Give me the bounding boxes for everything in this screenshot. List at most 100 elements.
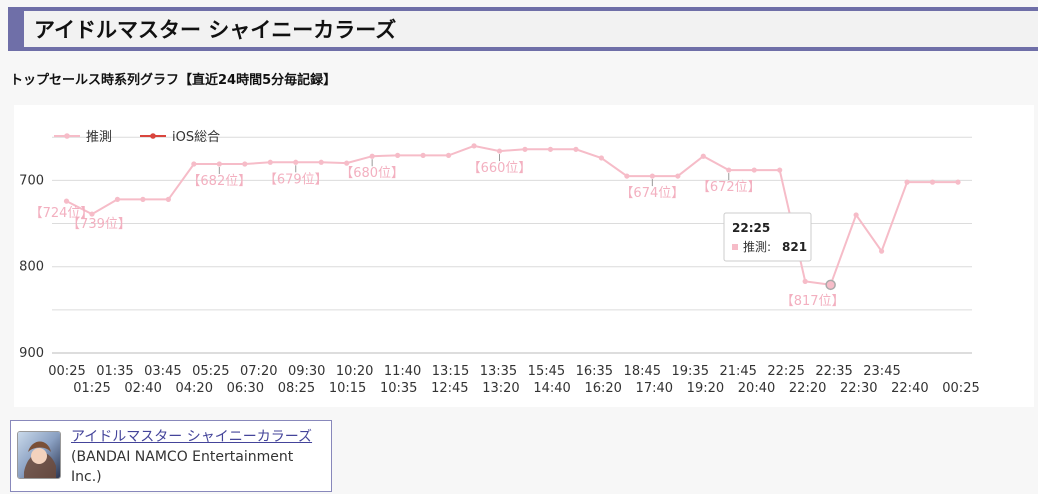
data-point xyxy=(547,146,554,152)
data-point xyxy=(853,212,859,218)
x-tick-label: 16:35 xyxy=(576,364,613,379)
data-point xyxy=(318,159,324,165)
app-icon[interactable] xyxy=(17,431,61,479)
rank-annotation: 【674位】 xyxy=(620,186,684,201)
data-point xyxy=(955,179,961,185)
x-tick-label: 07:20 xyxy=(240,364,277,379)
tooltip-time: 22:25 xyxy=(732,221,770,235)
page-title: アイドルマスター シャイニーカラーズ xyxy=(34,18,397,42)
x-tick-label: 23:45 xyxy=(863,364,900,379)
data-point xyxy=(395,152,401,158)
data-point xyxy=(573,146,579,152)
x-tick-label: 21:45 xyxy=(719,364,756,379)
y-tick-label: 900 xyxy=(19,346,44,361)
rank-annotation: 【660位】 xyxy=(468,161,532,176)
data-point xyxy=(445,152,452,158)
legend-label: iOS総合 xyxy=(172,130,220,145)
data-point xyxy=(140,196,146,202)
rank-annotation: 【817位】 xyxy=(781,294,845,309)
x-tick-label: 15:45 xyxy=(528,364,565,379)
data-point xyxy=(598,155,605,161)
data-point xyxy=(242,161,248,167)
tooltip-swatch xyxy=(732,244,738,250)
x-tick-label: 02:40 xyxy=(124,381,161,396)
x-tick-label: 22:35 xyxy=(815,364,852,379)
chart-card: 700 800 900 00:25 01:35 03:45 05:25 07:20 09:30 1… xyxy=(14,105,1034,407)
app-text: アイドルマスター シャイニーカラーズ (BANDAI NAMCO Enterta… xyxy=(71,427,327,487)
rank-annotation: 【679位】 xyxy=(264,172,328,187)
x-tick-label: 16:20 xyxy=(584,381,621,396)
x-tick-label: 04:20 xyxy=(176,381,213,396)
legend-marker-estimate xyxy=(64,133,70,139)
data-point xyxy=(369,153,375,159)
rank-annotation: 【680位】 xyxy=(340,166,404,181)
data-point xyxy=(878,248,885,254)
rank-chart[interactable]: 700 800 900 00:25 01:35 03:45 05:25 07:20 09:30 1… xyxy=(14,105,1034,407)
tooltip-series: 推測: xyxy=(743,240,771,254)
y-tick-label: 700 xyxy=(19,173,44,188)
rank-annotation: 【682位】 xyxy=(187,174,251,189)
app-publisher: (BANDAI NAMCO Entertainment Inc.) xyxy=(71,449,294,485)
x-tick-label: 05:25 xyxy=(192,364,229,379)
x-tick-label: 01:35 xyxy=(96,364,133,379)
x-tick-label: 09:30 xyxy=(288,364,325,379)
x-tick-label: 18:45 xyxy=(624,364,661,379)
x-tick-label: 22:25 xyxy=(767,364,804,379)
x-tick-label: 13:35 xyxy=(480,364,517,379)
data-point xyxy=(726,167,732,173)
x-tick-label: 10:20 xyxy=(336,364,373,379)
data-point xyxy=(624,173,630,179)
data-point xyxy=(63,198,70,204)
x-tick-label: 01:25 xyxy=(73,381,110,396)
highlight-point xyxy=(825,279,836,291)
x-tick-label: 08:25 xyxy=(278,381,315,396)
data-point xyxy=(649,173,655,179)
x-tick-label: 00:25 xyxy=(942,381,979,396)
data-point xyxy=(344,160,350,166)
data-point xyxy=(929,179,936,185)
x-tick-label: 22:20 xyxy=(789,381,826,396)
x-tick-label: 19:35 xyxy=(672,364,709,379)
data-point xyxy=(471,143,477,149)
x-tick-label: 20:40 xyxy=(738,381,775,396)
x-tick-label: 19:20 xyxy=(687,381,724,396)
data-point xyxy=(904,179,910,185)
rank-annotation: 【739位】 xyxy=(67,217,131,232)
x-tick-label: 10:15 xyxy=(329,381,366,396)
data-point xyxy=(522,146,528,152)
data-point xyxy=(267,159,273,165)
y-tick-label: 800 xyxy=(19,260,44,275)
section-subtitle: トップセールス時系列グラフ【直近24時間5分毎記録】 xyxy=(10,73,337,88)
data-point xyxy=(496,148,503,154)
x-tick-label: 11:40 xyxy=(384,364,421,379)
x-tick-label: 06:30 xyxy=(227,381,264,396)
data-point xyxy=(293,159,299,165)
data-point xyxy=(700,153,706,159)
tooltip-value: 821 xyxy=(782,240,807,254)
data-point xyxy=(802,278,808,284)
app-card: アイドルマスター シャイニーカラーズ (BANDAI NAMCO Enterta… xyxy=(10,420,332,492)
x-tick-label: 22:30 xyxy=(840,381,877,396)
rank-annotation: 【672位】 xyxy=(697,180,761,195)
data-point xyxy=(165,196,171,202)
data-point xyxy=(420,152,426,158)
legend-marker-ios xyxy=(150,133,156,139)
x-tick-label: 22:40 xyxy=(891,381,928,396)
app-name-link[interactable]: アイドルマスター シャイニーカラーズ xyxy=(71,429,312,445)
data-point xyxy=(675,173,681,179)
data-point xyxy=(114,196,121,202)
x-tick-label: 13:20 xyxy=(482,381,519,396)
data-point xyxy=(216,161,222,167)
x-tick-label: 03:45 xyxy=(144,364,181,379)
data-point xyxy=(751,167,757,173)
legend-label: 推測 xyxy=(86,130,112,145)
x-tick-label: 10:35 xyxy=(380,381,417,396)
title-bar: アイドルマスター シャイニーカラーズ xyxy=(8,7,1038,51)
title-panel: アイドルマスター シャイニーカラーズ xyxy=(24,11,1038,47)
x-tick-label: 14:40 xyxy=(533,381,570,396)
data-point xyxy=(191,161,197,167)
x-tick-label: 17:40 xyxy=(636,381,673,396)
x-tick-label: 00:25 xyxy=(48,364,85,379)
data-point xyxy=(777,167,783,173)
x-tick-label: 13:15 xyxy=(432,364,469,379)
